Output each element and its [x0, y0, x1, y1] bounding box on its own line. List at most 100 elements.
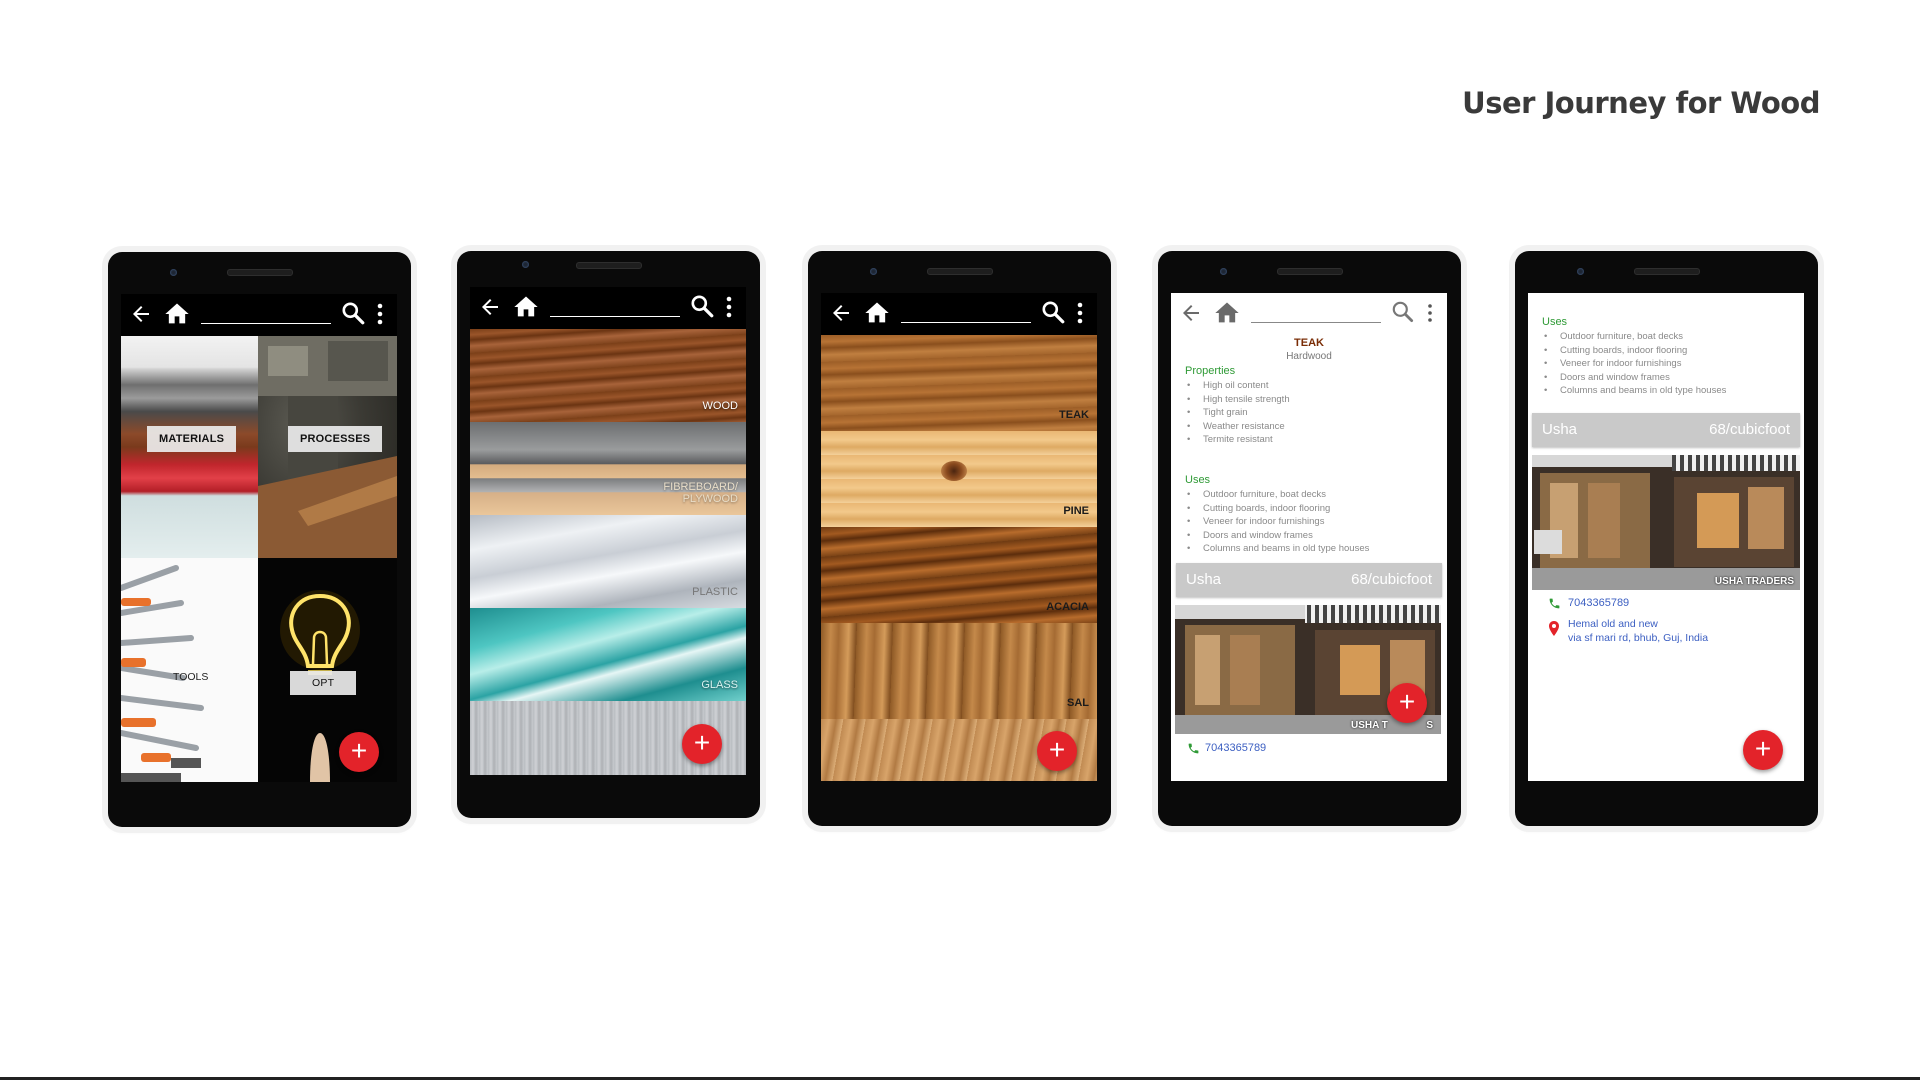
- search-icon[interactable]: [1040, 299, 1066, 325]
- tile-label-tools: TOOLS: [173, 671, 209, 683]
- wood-pine[interactable]: PINE: [821, 431, 1097, 527]
- uses-heading: Uses: [1542, 316, 1568, 328]
- back-arrow-icon[interactable]: [1179, 301, 1203, 325]
- slide-title: User Journey for Wood: [1462, 86, 1820, 120]
- earpiece-speaker: [927, 268, 993, 275]
- front-camera: [1577, 268, 1584, 275]
- back-arrow-icon[interactable]: [829, 301, 853, 325]
- screen-categories: MATERIALS PROCESSES TOOLS OPT +: [121, 294, 397, 782]
- vendor-name: Usha: [1542, 421, 1578, 438]
- home-icon[interactable]: [1213, 299, 1241, 327]
- earpiece-speaker: [227, 269, 293, 276]
- screen-material-types: WOOD FIBREBOARD/ PLYWOOD PLASTIC GLASS +: [470, 287, 746, 775]
- tile-label-opt: OPT: [290, 671, 357, 695]
- add-button[interactable]: +: [1743, 730, 1783, 770]
- use-item: Columns and beams in old type houses: [1185, 542, 1369, 556]
- wood-label-acacia: ACACIA: [1046, 601, 1089, 613]
- pine-knot: [941, 461, 967, 481]
- add-button[interactable]: +: [1037, 731, 1077, 771]
- wood-label-sal: SAL: [1067, 697, 1089, 709]
- shop-sign-tail: S: [1426, 720, 1433, 731]
- screen-vendor-detail: Uses Outdoor furniture, boat decks Cutti…: [1528, 293, 1804, 781]
- earpiece-speaker: [576, 262, 642, 269]
- material-label-plastic: PLASTIC: [692, 586, 738, 598]
- search-field-underline[interactable]: [201, 323, 331, 324]
- phone-teak-detail: TEAK Hardwood Properties High oil conten…: [1158, 251, 1461, 826]
- back-arrow-icon[interactable]: [478, 295, 502, 319]
- wood-teak[interactable]: TEAK: [821, 335, 1097, 431]
- front-camera: [870, 268, 877, 275]
- overflow-menu-icon[interactable]: [723, 295, 735, 319]
- property-item: High oil content: [1185, 379, 1290, 393]
- shop-sign: USHA TRADERS: [1714, 576, 1794, 587]
- tile-tools[interactable]: TOOLS: [121, 558, 258, 782]
- address-line-2[interactable]: via sf mari rd, bhub, Guj, India: [1568, 632, 1708, 644]
- property-item: Tight grain: [1185, 406, 1290, 420]
- overflow-menu-icon[interactable]: [1074, 301, 1086, 325]
- overflow-menu-icon[interactable]: [1424, 301, 1436, 325]
- vendor-price: 68/cubicfoot: [1351, 571, 1432, 588]
- search-field-underline[interactable]: [550, 316, 680, 317]
- wood-sal[interactable]: SAL: [821, 623, 1097, 719]
- app-bar: [470, 287, 746, 329]
- use-item: Veneer for indoor furnishings: [1185, 515, 1369, 529]
- vendor-price: 68/cubicfoot: [1709, 421, 1790, 438]
- add-button[interactable]: +: [339, 732, 379, 772]
- home-icon[interactable]: [163, 300, 191, 328]
- home-icon[interactable]: [863, 299, 891, 327]
- overflow-menu-icon[interactable]: [374, 302, 386, 326]
- use-item: Doors and window frames: [1185, 529, 1369, 543]
- vendor-price-bar[interactable]: Usha 68/cubicfoot: [1532, 413, 1800, 447]
- tile-materials[interactable]: MATERIALS: [121, 336, 258, 558]
- search-field-underline[interactable]: [901, 322, 1031, 323]
- screen-wood-types: TEAK PINE ACACIA SAL +: [821, 293, 1097, 781]
- search-icon[interactable]: [689, 293, 715, 319]
- phone-icon[interactable]: [1548, 597, 1561, 610]
- use-item: Outdoor furniture, boat decks: [1185, 488, 1369, 502]
- search-icon[interactable]: [1390, 299, 1416, 325]
- add-button[interactable]: +: [1387, 683, 1427, 723]
- use-item: Veneer for indoor furnishings: [1542, 357, 1726, 371]
- phone-vendor-detail: Uses Outdoor furniture, boat decks Cutti…: [1515, 251, 1818, 826]
- shop-photo[interactable]: USHA TRADERS: [1532, 455, 1800, 590]
- tile-processes[interactable]: PROCESSES: [258, 336, 397, 558]
- material-plastic[interactable]: PLASTIC: [470, 515, 746, 608]
- storefront-illustration: [1532, 455, 1800, 590]
- shop-sign: USHA T: [1351, 720, 1388, 731]
- wood-acacia[interactable]: ACACIA: [821, 527, 1097, 623]
- phone-icon[interactable]: [1187, 742, 1200, 755]
- uses-list: Outdoor furniture, boat decks Cutting bo…: [1542, 330, 1726, 398]
- use-item: Columns and beams in old type houses: [1542, 384, 1726, 398]
- use-item: Doors and window frames: [1542, 371, 1726, 385]
- property-item: High tensile strength: [1185, 393, 1290, 407]
- screen-teak-detail: TEAK Hardwood Properties High oil conten…: [1171, 293, 1447, 781]
- phone-number[interactable]: 7043365789: [1205, 742, 1266, 754]
- search-icon[interactable]: [340, 300, 366, 326]
- material-glass[interactable]: GLASS: [470, 608, 746, 701]
- wood-label-pine: PINE: [1063, 505, 1089, 517]
- front-camera: [170, 269, 177, 276]
- vendor-price-bar[interactable]: Usha 68/cubicfoot: [1176, 563, 1442, 597]
- back-arrow-icon[interactable]: [129, 302, 153, 326]
- search-field-underline[interactable]: [1251, 322, 1381, 323]
- material-label-fibreboard: FIBREBOARD/ PLYWOOD: [663, 481, 738, 505]
- phone-wood-types: TEAK PINE ACACIA SAL +: [808, 251, 1111, 826]
- home-icon[interactable]: [512, 293, 540, 321]
- wood-category: Hardwood: [1286, 351, 1332, 362]
- phone-material-types: WOOD FIBREBOARD/ PLYWOOD PLASTIC GLASS +: [457, 251, 760, 818]
- material-fibreboard[interactable]: FIBREBOARD/ PLYWOOD: [470, 422, 746, 515]
- material-label-wood: WOOD: [702, 400, 738, 412]
- location-pin-icon[interactable]: [1548, 621, 1560, 636]
- phone-categories: MATERIALS PROCESSES TOOLS OPT +: [108, 252, 411, 827]
- phone-number[interactable]: 7043365789: [1568, 597, 1629, 609]
- wood-label-teak: TEAK: [1059, 409, 1089, 421]
- uses-list: Outdoor furniture, boat decks Cutting bo…: [1185, 488, 1369, 556]
- vendor-name: Usha: [1186, 571, 1222, 588]
- address-line-1[interactable]: Hemal old and new: [1568, 618, 1658, 630]
- material-wood[interactable]: WOOD: [470, 329, 746, 422]
- app-bar: [821, 293, 1097, 335]
- app-bar: [1171, 293, 1447, 335]
- property-item: Weather resistance: [1185, 420, 1290, 434]
- add-button[interactable]: +: [682, 724, 722, 764]
- wood-title: TEAK: [1294, 337, 1324, 349]
